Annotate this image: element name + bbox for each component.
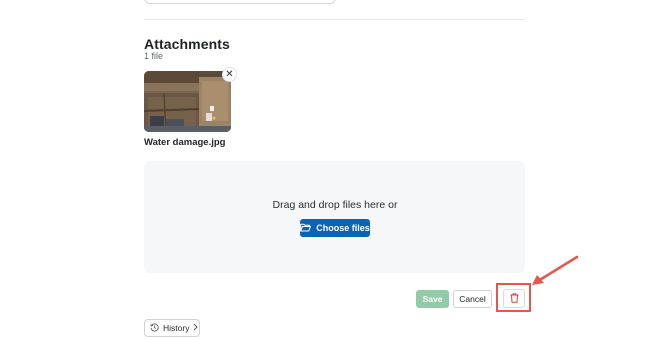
attachments-title: Attachments: [144, 36, 230, 52]
cancel-button[interactable]: Cancel: [453, 290, 492, 308]
history-button[interactable]: History: [144, 319, 200, 337]
folder-open-icon: [300, 223, 312, 234]
attachments-count: 1 file: [144, 51, 164, 61]
remove-attachment-button[interactable]: ✕: [222, 67, 237, 82]
close-icon: ✕: [225, 68, 234, 80]
attachment-file-name: Water damage.jpg: [144, 137, 226, 148]
dropzone-text: Drag and drop files here or: [272, 199, 398, 211]
attachment-thumbnail[interactable]: [144, 71, 231, 132]
annotation-arrow-icon: [532, 255, 579, 285]
field-input-bottom[interactable]: [144, 0, 336, 4]
save-button[interactable]: Save: [416, 290, 449, 308]
choose-files-label: Choose files: [316, 223, 370, 233]
chevron-right-icon: [193, 323, 199, 333]
history-label: History: [163, 323, 190, 333]
choose-files-button[interactable]: Choose files: [300, 219, 370, 237]
history-icon: [150, 323, 159, 334]
section-divider: [144, 19, 525, 20]
file-dropzone[interactable]: [144, 161, 525, 273]
